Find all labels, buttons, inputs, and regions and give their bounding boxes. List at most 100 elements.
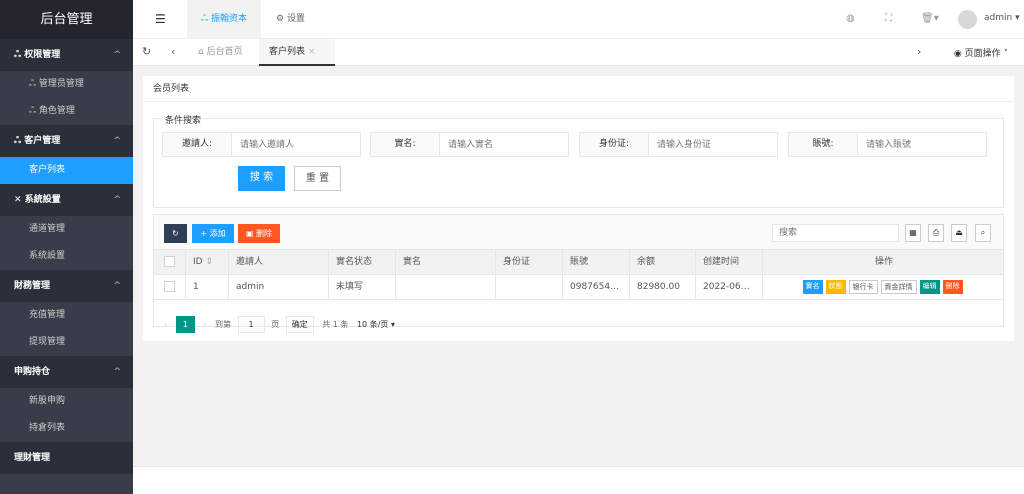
chevron-up-icon: ^ <box>113 281 121 291</box>
menu-toggle-icon[interactable]: ☰ <box>155 12 166 26</box>
refresh-icon[interactable]: ↻ <box>142 45 151 58</box>
chevron-up-icon: ^ <box>113 136 121 146</box>
real-name-button[interactable]: 實名 <box>802 279 823 294</box>
sidebar-group-subscriptions[interactable]: 申购持仓 ^ <box>0 356 133 388</box>
delete-button[interactable]: ▣ 删除 <box>238 224 280 243</box>
page-current[interactable]: 1 <box>175 316 195 333</box>
print-icon[interactable]: ⎙ <box>928 224 944 242</box>
user-icon: ஃ <box>201 14 211 24</box>
tab-home[interactable]: ⌂ 后台首页 <box>188 39 253 66</box>
trash-icon: ▣ <box>245 229 257 238</box>
user-icon: ஃ <box>29 79 39 89</box>
fund-details-button[interactable]: 資金詳情 <box>880 279 917 294</box>
cell-account: 0987654… <box>563 275 630 300</box>
sidebar-item-channels[interactable]: 通道管理 <box>0 216 133 243</box>
search-button[interactable]: 搜 索 <box>238 166 285 191</box>
top-nav-brand[interactable]: ஃ 振翰资本 <box>187 0 261 39</box>
col-actions: 操作 <box>874 257 893 267</box>
col-id-card: 身份证 <box>496 250 563 275</box>
row-delete-button[interactable]: 刪除 <box>942 279 963 294</box>
sidebar-item-ipo[interactable]: 新股申购 <box>0 388 133 415</box>
bank-card-button[interactable]: 银行卡 <box>848 279 878 294</box>
page-operations-menu[interactable]: ◉ 页面操作 ˅ <box>954 46 1008 59</box>
table-search-input[interactable] <box>772 224 899 242</box>
sidebar-item-admins[interactable]: ஃ 管理员管理 <box>0 71 133 98</box>
globe-icon[interactable]: ◍ <box>846 13 855 24</box>
chevron-up-icon: ^ <box>113 50 121 60</box>
col-id[interactable]: ID ⇕ <box>186 250 229 275</box>
search-icon[interactable]: ⌕ <box>975 224 991 242</box>
cell-real-name <box>396 275 496 300</box>
goto-page-input[interactable]: 1 <box>237 316 265 333</box>
chevron-right-icon[interactable]: › <box>917 45 921 58</box>
sidebar-group-customers[interactable]: ஃ 客户管理 ^ <box>0 125 133 157</box>
fieldset-legend: 条件搜索 <box>162 113 205 126</box>
sidebar-item-holdings[interactable]: 持倉列表 <box>0 415 133 442</box>
columns-icon[interactable]: ▦ <box>905 224 921 242</box>
fullscreen-icon[interactable]: ⛶ <box>885 13 892 24</box>
cell-inviter: admin <box>229 275 329 300</box>
sidebar-title: 后台管理 <box>0 0 133 39</box>
sidebar-group-finance[interactable]: 財務管理 ^ <box>0 270 133 302</box>
sidebar-group-system[interactable]: ✕ 系統設置 ^ <box>0 184 133 216</box>
tab-bar: ↻ ‹ ⌂ 后台首页 客户列表 × › ◉ 页面操作 ˅ <box>133 39 1024 66</box>
cell-actions: 實名 狀態 银行卡 資金詳情 编辑 刪除 <box>763 275 1005 300</box>
data-table: ↻ + 添加 ▣ 删除 ▦ ⎙ ⏏ ⌕ ID ⇕ 邀請人 實名状态 實名 身份证… <box>153 214 1004 333</box>
avatar[interactable] <box>958 10 977 29</box>
chevron-left-icon[interactable]: ‹ <box>171 45 175 58</box>
user-icon: ஃ <box>14 136 25 146</box>
main-panel: 会员列表 条件搜索 邀請人: 實名: 身份证: 賬號: 搜 索 重 置 ↻ + … <box>143 76 1014 341</box>
cell-id-card <box>496 275 563 300</box>
row-checkbox[interactable] <box>154 275 186 300</box>
account-input[interactable] <box>858 133 986 156</box>
table-toolbar: ↻ + 添加 ▣ 删除 ▦ ⎙ ⏏ ⌕ <box>154 215 1003 250</box>
sidebar-item-deposits[interactable]: 充值管理 <box>0 302 133 329</box>
table-header-row: ID ⇕ 邀請人 實名状态 實名 身份证 賬號 余额 创建时间 操作 <box>154 250 1003 275</box>
home-icon: ⌂ <box>198 47 207 57</box>
prev-page-icon[interactable]: ‹ <box>164 312 167 337</box>
top-nav-settings[interactable]: ⚙ 设置 <box>276 0 305 39</box>
table-row: 1 admin 未填写 0987654… 82980.00 2022-06… 實… <box>154 275 1003 300</box>
sidebar-item-system-settings[interactable]: 系统設置 <box>0 243 133 270</box>
user-icon: ஃ <box>29 106 39 116</box>
add-button[interactable]: + 添加 <box>192 224 234 243</box>
real-name-input[interactable] <box>440 133 568 156</box>
panel-title: 会员列表 <box>143 76 1014 102</box>
col-account: 賬號 <box>563 250 630 275</box>
cell-real-status: 未填写 <box>329 275 396 300</box>
chevron-up-icon: ^ <box>113 367 121 377</box>
sidebar-item-roles[interactable]: ஃ 角色管理 <box>0 98 133 125</box>
sidebar-item-withdrawals[interactable]: 提现管理 <box>0 329 133 356</box>
edit-button[interactable]: 编辑 <box>919 279 940 294</box>
gear-icon: ⚙ <box>276 14 287 24</box>
sidebar: 后台管理 ஃ 权限管理 ^ ஃ 管理员管理 ஃ 角色管理 ஃ 客户管理 ^ 客户列表… <box>0 0 133 494</box>
refresh-button[interactable]: ↻ <box>164 224 187 243</box>
inviter-input[interactable] <box>232 133 360 156</box>
tab-customer-list[interactable]: 客户列表 × <box>259 39 335 66</box>
footer-bar <box>133 466 1024 494</box>
filter-inviter: 邀請人: <box>162 132 361 157</box>
total-count: 共 1 条 <box>322 320 349 329</box>
goto-confirm-button[interactable]: 确定 <box>285 316 314 333</box>
sort-icon: ⇕ <box>205 257 214 267</box>
sidebar-item-customer-list[interactable]: 客户列表 <box>0 157 133 184</box>
pagination: ‹ 1 › 到第 1 页 确定 共 1 条 10 条/页 ▾ <box>164 312 395 337</box>
sidebar-group-wealth[interactable]: 理財管理 <box>0 442 133 474</box>
next-page-icon[interactable]: › <box>203 312 206 337</box>
export-icon[interactable]: ⏏ <box>951 224 967 242</box>
circle-icon: ◉ <box>953 49 965 59</box>
cell-id: 1 <box>186 275 229 300</box>
refresh-icon: ↻ <box>172 229 179 238</box>
reset-button[interactable]: 重 置 <box>294 166 341 191</box>
sidebar-group-permissions[interactable]: ஃ 权限管理 ^ <box>0 39 133 71</box>
user-menu[interactable]: admin ▾ <box>984 13 1020 23</box>
trash-dropdown-icon[interactable]: 🗑▾ <box>921 13 939 24</box>
cell-created: 2022-06… <box>696 275 763 300</box>
tools-icon: ✕ <box>14 195 25 205</box>
per-page-select[interactable]: 10 条/页 ▾ <box>357 312 395 337</box>
select-all-checkbox[interactable] <box>154 250 186 275</box>
col-inviter: 邀請人 <box>229 250 329 275</box>
status-button[interactable]: 狀態 <box>825 279 846 294</box>
close-icon[interactable]: × <box>308 47 316 57</box>
id-card-input[interactable] <box>649 133 777 156</box>
